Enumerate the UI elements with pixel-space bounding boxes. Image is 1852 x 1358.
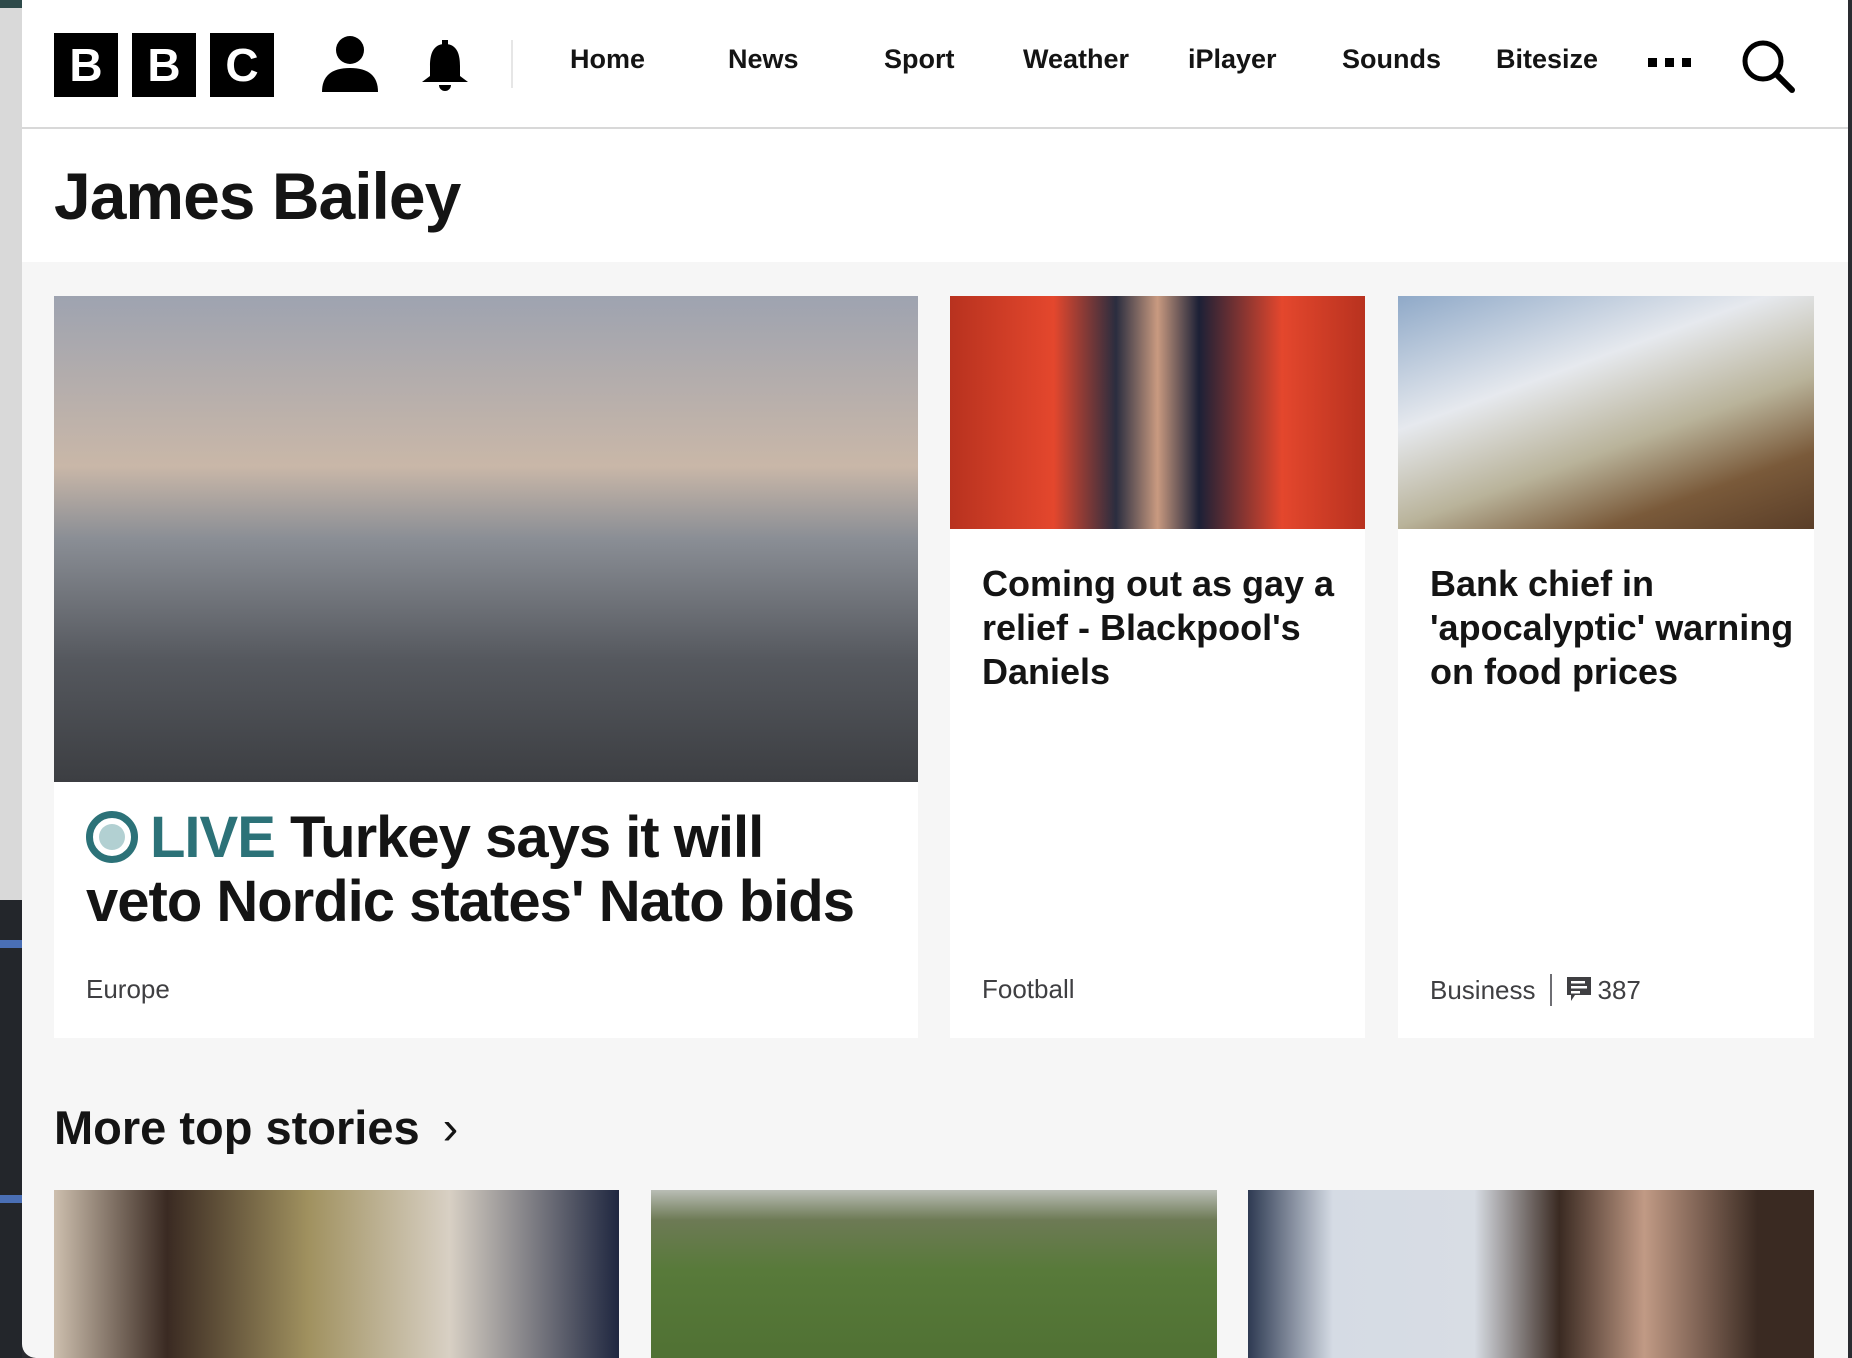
- chevron-right-icon: ›: [442, 1101, 459, 1154]
- search-icon[interactable]: [1740, 38, 1796, 94]
- story-headline: Bank chief in 'apocalyptic' warning on f…: [1430, 563, 1794, 692]
- lead-story-image: [54, 296, 918, 782]
- notifications-bell-icon[interactable]: [420, 40, 470, 92]
- story-image: [1398, 296, 1814, 529]
- nav-weather[interactable]: Weather: [1023, 44, 1129, 75]
- lead-headline: LIVE Turkey says it will veto Nordic sta…: [86, 806, 886, 934]
- story-image[interactable]: [54, 1190, 619, 1358]
- section-link[interactable]: Football: [982, 974, 1075, 1005]
- story-card[interactable]: Coming out as gay a relief - Blackpool's…: [950, 296, 1365, 1038]
- more-top-stories-link[interactable]: More top stories ›: [54, 1100, 458, 1155]
- section-link[interactable]: Europe: [86, 974, 170, 1005]
- comment-count[interactable]: 387: [1598, 975, 1641, 1006]
- section-heading: More top stories: [54, 1101, 420, 1154]
- bbc-page: B B C Home News Sport Weather iPlayer So…: [22, 0, 1848, 1358]
- logo-letter: B: [132, 33, 196, 97]
- story-headline: Coming out as gay a relief - Blackpool's…: [982, 563, 1335, 692]
- lead-story-card[interactable]: LIVE Turkey says it will veto Nordic sta…: [54, 296, 918, 1038]
- header-divider: [511, 40, 513, 88]
- section-link[interactable]: Business: [1430, 975, 1536, 1006]
- logo-letter: C: [210, 33, 274, 97]
- page-title: James Bailey: [54, 159, 461, 233]
- comments-icon: [1566, 977, 1591, 1001]
- nav-home[interactable]: Home: [570, 44, 645, 75]
- story-image[interactable]: [1248, 1190, 1814, 1358]
- nav-sounds[interactable]: Sounds: [1342, 44, 1441, 75]
- nav-iplayer[interactable]: iPlayer: [1188, 44, 1277, 75]
- story-card[interactable]: Bank chief in 'apocalyptic' warning on f…: [1398, 296, 1814, 1038]
- story-image[interactable]: [651, 1190, 1217, 1358]
- bbc-logo[interactable]: B B C: [54, 33, 274, 97]
- nav-sport[interactable]: Sport: [884, 44, 955, 75]
- more-ellipsis-icon[interactable]: [1648, 58, 1692, 70]
- meta-divider: [1549, 974, 1552, 1006]
- logo-letter: B: [54, 33, 118, 97]
- background-window: [0, 0, 22, 1358]
- site-header: B B C Home News Sport Weather iPlayer So…: [22, 0, 1848, 129]
- live-label: LIVE: [150, 805, 276, 870]
- live-indicator-icon: [86, 811, 138, 863]
- account-icon[interactable]: [320, 34, 380, 92]
- nav-news[interactable]: News: [728, 44, 799, 75]
- nav-bitesize[interactable]: Bitesize: [1496, 44, 1598, 75]
- story-meta: Business 387: [1430, 974, 1641, 1006]
- story-image: [950, 296, 1365, 529]
